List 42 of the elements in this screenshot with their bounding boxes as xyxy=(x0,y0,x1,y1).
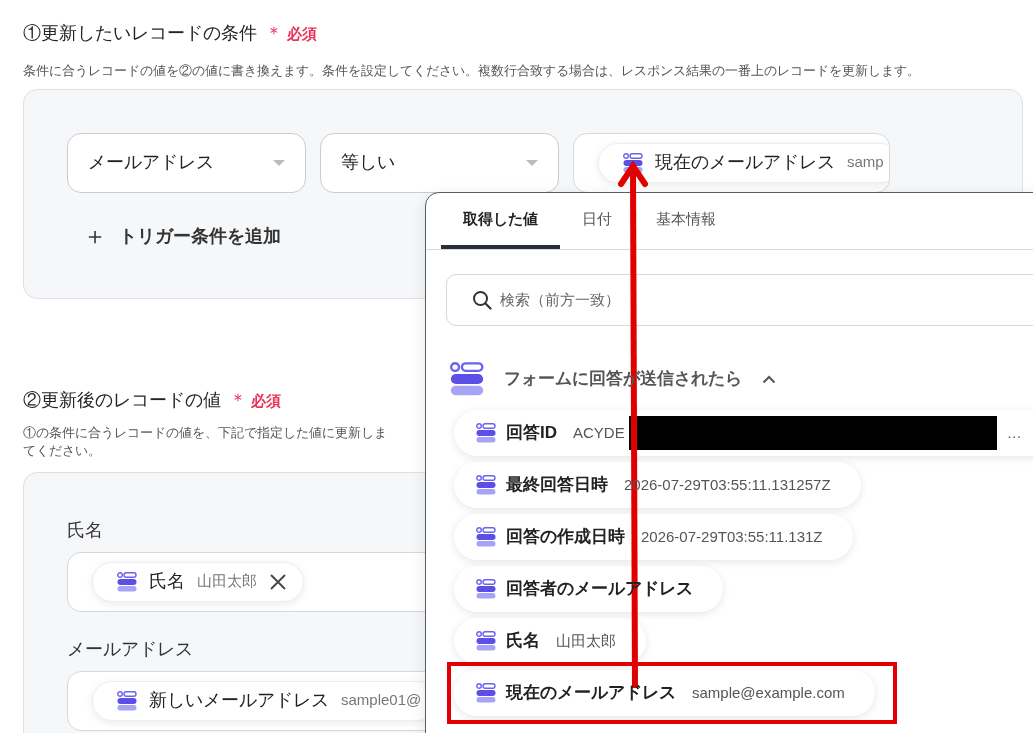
add-condition-button[interactable]: ＋ トリガー条件を追加 xyxy=(83,222,281,250)
data-stack-icon xyxy=(476,631,496,651)
section-description: てください。 xyxy=(23,441,101,460)
data-stack-icon xyxy=(450,362,484,396)
section-description: 条件に合うレコードの値を②の値に書き換えます。条件を設定してください。複数行合致する場合は、レスポンス結果の一番上のレコードを更新します。 xyxy=(23,62,921,80)
data-stack-icon xyxy=(476,527,496,547)
close-icon[interactable] xyxy=(269,572,287,591)
field-select[interactable]: メールアドレス xyxy=(67,132,306,193)
plus-icon: ＋ xyxy=(83,224,107,248)
picker-tab[interactable]: 基本情報 xyxy=(634,193,738,249)
value-field[interactable]: 現在のメールアドレス samp xyxy=(573,132,890,193)
field-label: 氏名 xyxy=(67,518,103,542)
required-asterisk: ＊ xyxy=(229,388,247,412)
picker-tab[interactable]: 取得した値 xyxy=(441,193,560,249)
search-icon xyxy=(472,290,492,310)
variable-item[interactable]: 現在のメールアドレス sample@example.com xyxy=(454,670,875,716)
variable-chip[interactable]: 現在のメールアドレス samp xyxy=(598,142,889,183)
caret-icon xyxy=(526,159,538,166)
variable-item[interactable]: 回答の作成日時 2026-07-29T03:55:11.131Z xyxy=(454,514,853,560)
section-description: ①の条件に合うレコードの値を、下記で指定した値に更新しま xyxy=(23,423,387,442)
variable-item[interactable]: 回答ID ACYDE … xyxy=(454,410,1033,456)
picker-tab[interactable]: 日付 xyxy=(560,193,634,249)
data-stack-icon xyxy=(476,683,496,703)
operator-select[interactable]: 等しい xyxy=(320,132,559,193)
required-asterisk: ＊ xyxy=(265,22,283,45)
data-stack-icon xyxy=(117,571,137,592)
search-input[interactable]: 検索（前方一致） xyxy=(500,288,900,312)
caret-icon xyxy=(273,159,285,166)
section-title: ①更新したいレコードの条件 xyxy=(23,22,257,45)
field-label: メールアドレス xyxy=(67,637,193,661)
required-label: 必須 xyxy=(287,24,317,44)
section-title: ②更新後のレコードの値 xyxy=(23,388,221,412)
variable-item[interactable]: 氏名 山田太郎 xyxy=(454,618,646,664)
data-stack-icon xyxy=(476,579,496,599)
data-stack-icon xyxy=(476,475,496,495)
chevron-up-icon[interactable] xyxy=(762,374,776,384)
data-stack-icon xyxy=(623,152,643,173)
search-field[interactable]: 検索（前方一致） xyxy=(446,274,1033,326)
variable-chip[interactable]: 氏名 山田太郎 xyxy=(92,561,304,602)
data-stack-icon xyxy=(476,423,496,443)
required-label: 必須 xyxy=(251,390,281,411)
data-stack-icon xyxy=(117,690,137,711)
